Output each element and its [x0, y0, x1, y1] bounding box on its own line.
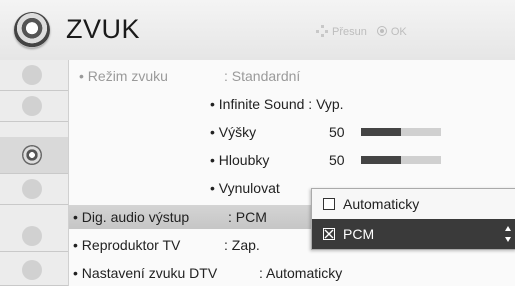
dtv-sound-value: : Automaticky: [259, 265, 343, 281]
menu-item-sound-mode-value: : Standardní: [224, 68, 301, 84]
picture-icon: [22, 65, 42, 85]
scroll-arrows-icon[interactable]: [504, 224, 512, 244]
digital-audio-out-label: • Dig. audio výstup: [73, 209, 190, 225]
sidebar-item-sound[interactable]: [0, 137, 68, 174]
page-title: ZVUK: [66, 14, 141, 44]
clock-icon: [22, 179, 42, 199]
digital-audio-out-dropdown: Automaticky PCM: [311, 188, 515, 250]
menu-item-sound-mode-label[interactable]: • Režim zvuku: [79, 64, 168, 88]
option-automaticky[interactable]: Automaticky: [312, 189, 515, 219]
sidebar-item-screen[interactable]: [0, 91, 68, 122]
menu-header: ZVUK Přesun OK: [0, 0, 515, 61]
option-label: Automaticky: [343, 196, 420, 212]
sidebar-item-picture[interactable]: [0, 60, 68, 91]
option-pcm[interactable]: PCM: [312, 219, 515, 249]
treble-slider-fill: [361, 128, 401, 136]
checkbox-unchecked-icon: [323, 198, 335, 210]
menu-item-bass[interactable]: • Hloubky: [210, 148, 269, 172]
option-icon: [22, 260, 42, 280]
bass-value: 50: [329, 152, 345, 168]
digital-audio-out-value: : PCM: [228, 209, 267, 225]
treble-slider[interactable]: [361, 120, 441, 144]
ok-button-icon: [376, 26, 387, 36]
monitor-icon: [22, 96, 42, 116]
hint-move-text: Přesun: [332, 26, 367, 38]
navigation-hint: Přesun OK: [316, 25, 411, 38]
treble-value: 50: [329, 124, 345, 140]
tv-menu-screen: ZVUK Přesun OK • Režim zvuku : Standardní…: [0, 0, 515, 286]
lock-icon: [22, 226, 42, 246]
sound-settings-panel: • Režim zvuku : Standardní • Infinite So…: [68, 60, 515, 286]
menu-item-tv-speaker[interactable]: • Reproduktor TV: [73, 233, 180, 257]
option-label: PCM: [343, 226, 375, 242]
tv-speaker-value: : Zap.: [224, 237, 260, 253]
category-sidebar: [0, 60, 68, 286]
sound-icon: [14, 12, 50, 48]
menu-item-dtv-sound[interactable]: • Nastavení zvuku DTV: [73, 261, 217, 285]
bass-slider-fill: [361, 156, 401, 164]
menu-item-treble[interactable]: • Výšky: [210, 120, 256, 144]
hint-ok-text: OK: [390, 26, 407, 38]
sidebar-item-option[interactable]: [0, 255, 68, 286]
menu-item-digital-audio-out[interactable]: • Dig. audio výstup : PCM: [69, 205, 314, 229]
bass-slider[interactable]: [361, 148, 441, 172]
sidebar-item-time[interactable]: [0, 174, 68, 205]
menu-item-reset[interactable]: • Vynulovat: [210, 176, 280, 200]
menu-item-infinite-sound[interactable]: • Infinite Sound : Vyp.: [210, 92, 344, 116]
sound-icon: [22, 145, 42, 165]
sidebar-item-lock[interactable]: [0, 221, 68, 252]
checkbox-checked-icon: [323, 228, 335, 240]
move-arrows-icon: [316, 25, 328, 37]
